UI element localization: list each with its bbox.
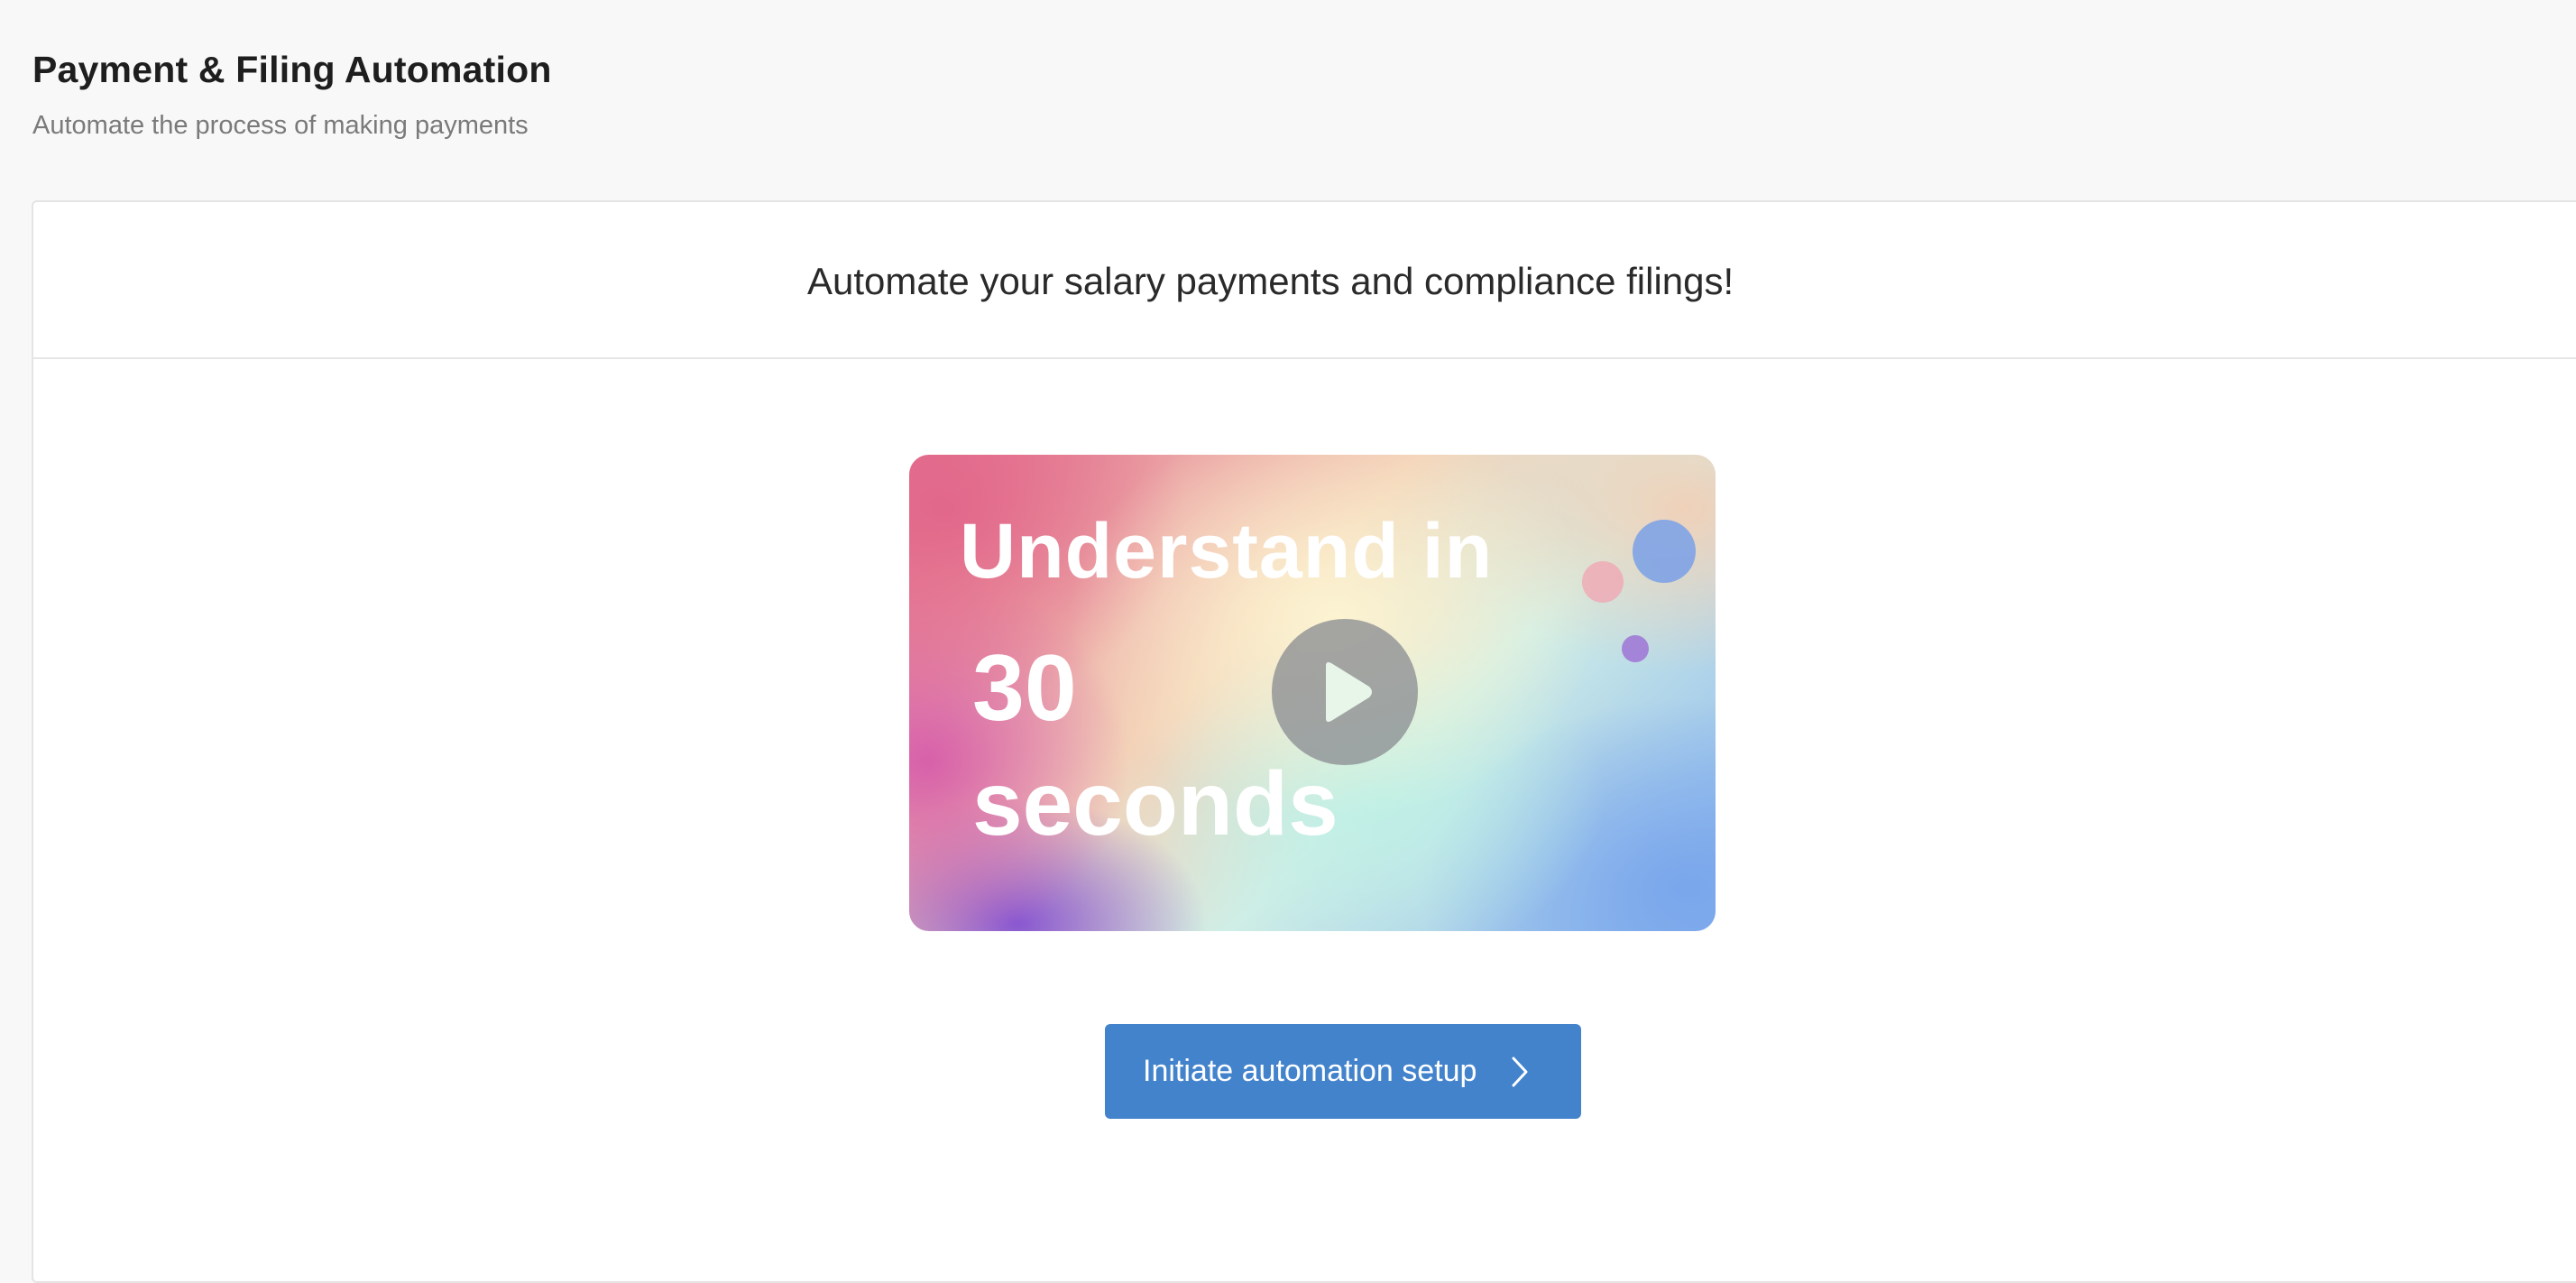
initiate-automation-setup-button[interactable]: Initiate automation setup (1105, 1024, 1581, 1119)
card-heading: Automate your salary payments and compli… (807, 260, 1734, 302)
video-title-line3: seconds (972, 753, 1339, 854)
decorative-dot (1582, 561, 1624, 603)
video-title-line2: 30 (972, 636, 1077, 741)
decorative-dot (1633, 520, 1696, 583)
page-header: Payment & Filing Automation Automate the… (32, 49, 552, 141)
page-subtitle: Automate the process of making payments (32, 111, 529, 140)
decorative-dot (1622, 635, 1649, 662)
video-thumbnail[interactable]: Understand in 30 seconds (909, 455, 1716, 931)
page-title: Payment & Filing Automation (32, 49, 552, 90)
play-button[interactable] (1272, 619, 1418, 765)
video-title-line1: Understand in (960, 508, 1494, 595)
play-icon (1326, 662, 1372, 722)
cta-label: Initiate automation setup (1143, 1054, 1477, 1088)
chevron-right-icon (1511, 1056, 1529, 1088)
